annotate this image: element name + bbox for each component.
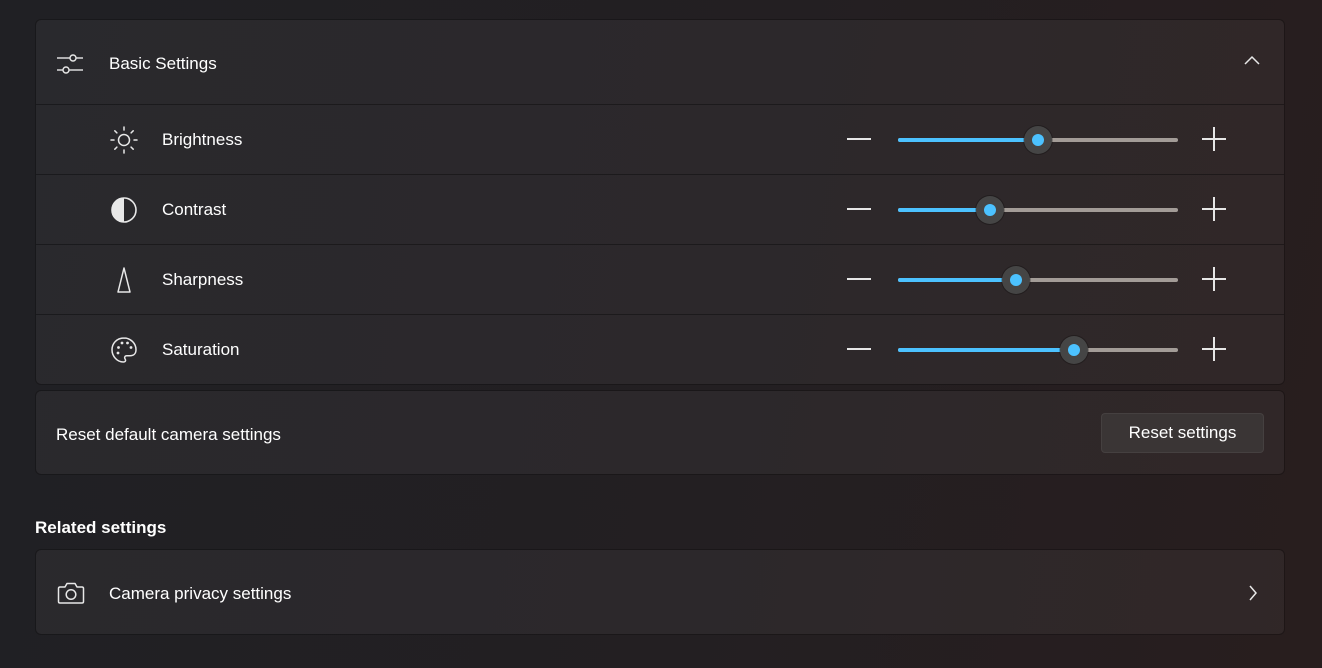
sharpness-slider[interactable]	[898, 265, 1178, 297]
saturation-decrease-button[interactable]	[844, 335, 874, 363]
contrast-slider[interactable]	[898, 195, 1178, 227]
related-settings-heading: Related settings	[35, 518, 167, 537]
slider-fill	[898, 348, 1075, 352]
basic-settings-expander: Basic Settings Brightness Contrast Sharp…	[36, 20, 1284, 384]
contrast-icon	[111, 197, 137, 223]
slider-fill	[898, 138, 1038, 142]
contrast-label: Contrast	[162, 200, 227, 219]
slider-thumb[interactable]	[1060, 336, 1089, 364]
slider-thumb[interactable]	[1024, 126, 1052, 154]
camera-icon	[57, 582, 85, 604]
palette-icon	[111, 337, 137, 363]
slider-thumb[interactable]	[1001, 266, 1030, 294]
contrast-row: Contrast	[36, 175, 1284, 245]
slider-thumb[interactable]	[976, 196, 1005, 224]
basic-settings-title: Basic Settings	[109, 54, 217, 73]
saturation-increase-button[interactable]	[1199, 335, 1229, 363]
brightness-decrease-button[interactable]	[844, 125, 874, 153]
camera-privacy-settings-label: Camera privacy settings	[109, 584, 292, 603]
brightness-slider[interactable]	[898, 125, 1178, 157]
sharpness-row: Sharpness	[36, 245, 1284, 315]
brightness-row: Brightness	[36, 105, 1284, 175]
brightness-increase-button[interactable]	[1199, 125, 1229, 153]
reset-settings-card: Reset default camera settings Reset sett…	[36, 391, 1284, 474]
saturation-slider[interactable]	[898, 335, 1178, 367]
sharpness-decrease-button[interactable]	[844, 265, 874, 293]
reset-settings-button[interactable]: Reset settings	[1101, 413, 1264, 453]
camera-privacy-settings-link[interactable]: Camera privacy settings	[36, 550, 1284, 634]
sliders-icon	[57, 54, 83, 74]
slider-fill	[898, 278, 1016, 282]
saturation-row: Saturation	[36, 315, 1284, 384]
sharpness-label: Sharpness	[162, 270, 244, 289]
triangle-icon	[117, 267, 131, 293]
sharpness-increase-button[interactable]	[1199, 265, 1229, 293]
chevron-right-icon	[1249, 585, 1257, 601]
basic-settings-header[interactable]: Basic Settings	[36, 20, 1284, 105]
contrast-increase-button[interactable]	[1199, 195, 1229, 223]
contrast-decrease-button[interactable]	[844, 195, 874, 223]
brightness-label: Brightness	[162, 130, 243, 149]
chevron-up-icon[interactable]	[1244, 55, 1260, 67]
reset-settings-label: Reset default camera settings	[56, 425, 281, 444]
sun-icon	[110, 126, 138, 154]
saturation-label: Saturation	[162, 340, 240, 359]
